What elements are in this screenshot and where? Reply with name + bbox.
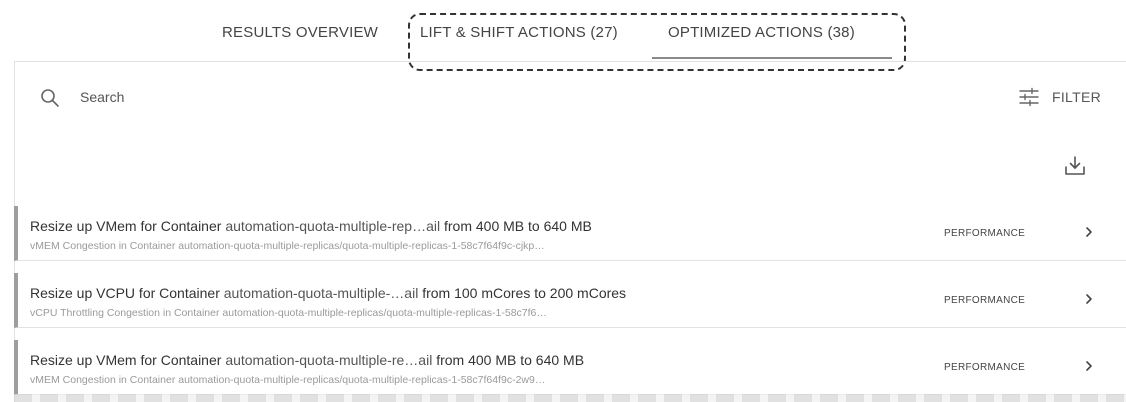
tab-optimized-actions[interactable]: OPTIMIZED ACTIONS (38) (668, 24, 855, 41)
sliders-icon (1019, 87, 1039, 107)
search-input[interactable] (80, 86, 480, 108)
action-entity: automation-quota-multiple-re…ail (225, 352, 433, 368)
action-row[interactable]: Resize up VMem for Container automation-… (14, 340, 1126, 395)
filter-button[interactable]: FILTER (1018, 86, 1101, 108)
action-description: vCPU Throttling Congestion in Container … (30, 307, 547, 319)
action-entity: automation-quota-multiple-rep…ail (225, 218, 441, 234)
chevron-right-icon[interactable] (1082, 358, 1096, 374)
tabs-bar: RESULTS OVERVIEW LIFT & SHIFT ACTIONS (2… (0, 0, 1126, 62)
action-description: vMEM Congestion in Container automation-… (30, 374, 546, 386)
action-row[interactable]: Resize up VMem for Container automation-… (14, 206, 1126, 261)
action-category: PERFORMANCE (944, 295, 1026, 306)
filter-label: FILTER (1052, 89, 1101, 105)
tab-lift-shift-actions[interactable]: LIFT & SHIFT ACTIONS (27) (420, 24, 618, 41)
active-tab-indicator (652, 57, 892, 59)
tab-results-overview[interactable]: RESULTS OVERVIEW (222, 24, 378, 41)
chevron-right-icon[interactable] (1082, 224, 1096, 240)
action-title: Resize up VCPU for Container automation-… (30, 285, 627, 301)
search-icon (41, 89, 59, 107)
action-description: vMEM Congestion in Container automation-… (30, 240, 545, 252)
action-category: PERFORMANCE (944, 362, 1026, 373)
action-category: PERFORMANCE (944, 228, 1026, 239)
action-row[interactable]: Resize up VCPU for Container automation-… (14, 273, 1126, 328)
download-icon[interactable] (1064, 155, 1086, 177)
next-row-partial (14, 394, 1126, 402)
action-title: Resize up VMem for Container automation-… (30, 218, 592, 234)
chevron-right-icon[interactable] (1082, 291, 1096, 307)
action-title: Resize up VMem for Container automation-… (30, 352, 585, 368)
action-entity: automation-quota-multiple-…ail (223, 285, 419, 301)
